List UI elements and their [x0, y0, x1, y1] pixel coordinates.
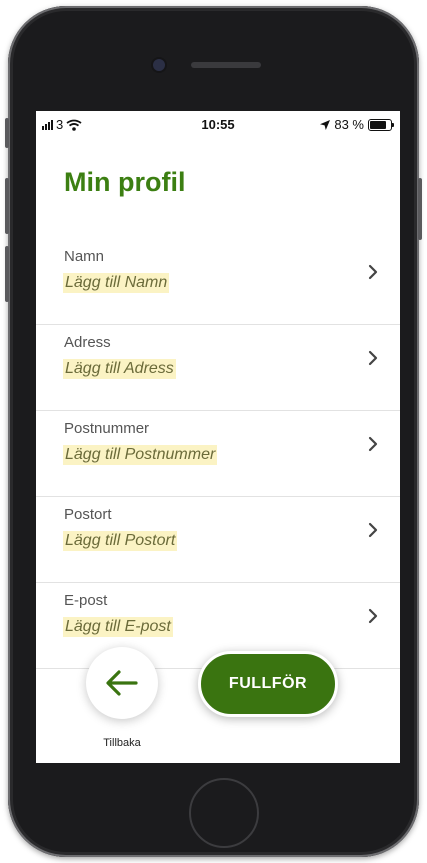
field-placeholder: Lägg till Namn [63, 273, 170, 293]
chevron-right-icon [368, 608, 378, 624]
status-right: 83 % [320, 117, 394, 132]
field-row-postnummer[interactable]: Postnummer Lägg till Postnummer [36, 411, 400, 497]
volume-down-button [5, 246, 9, 302]
earpiece-speaker [191, 62, 261, 68]
field-row-postort[interactable]: Postort Lägg till Postort [36, 497, 400, 583]
field-label: E-post [64, 592, 108, 609]
field-label: Adress [64, 334, 111, 351]
volume-up-button [5, 178, 9, 234]
back-label: Tillbaka [103, 737, 141, 749]
field-placeholder: Lägg till Adress [63, 359, 176, 379]
back-button[interactable] [86, 647, 158, 719]
field-row-namn[interactable]: Namn Lägg till Namn [36, 239, 400, 325]
field-placeholder: Lägg till Postnummer [63, 445, 218, 465]
page-title: Min profil [64, 167, 186, 197]
app-screen: 3 10:55 83 % Min profil Namn Lägg till N… [36, 111, 400, 763]
front-camera [153, 59, 165, 71]
field-placeholder: Lägg till Postort [63, 531, 178, 551]
battery-percent: 83 % [334, 117, 364, 132]
home-button[interactable] [189, 778, 259, 848]
location-arrow-icon [320, 119, 331, 130]
chevron-right-icon [368, 264, 378, 280]
battery-icon [368, 118, 394, 131]
field-label: Namn [64, 248, 105, 265]
finish-button[interactable]: FULLFÖR [198, 651, 338, 717]
status-bar: 3 10:55 83 % [36, 111, 400, 137]
field-label: Postnummer [64, 420, 150, 437]
field-label: Postort [64, 506, 112, 523]
arrow-left-icon [106, 670, 138, 696]
field-row-adress[interactable]: Adress Lägg till Adress [36, 325, 400, 411]
profile-field-list: Namn Lägg till Namn Adress Lägg till Adr… [36, 239, 400, 669]
chevron-right-icon [368, 522, 378, 538]
chevron-right-icon [368, 436, 378, 452]
chevron-right-icon [368, 350, 378, 366]
field-placeholder: Lägg till E-post [63, 617, 173, 637]
mute-switch [5, 118, 9, 148]
power-button [418, 178, 422, 240]
